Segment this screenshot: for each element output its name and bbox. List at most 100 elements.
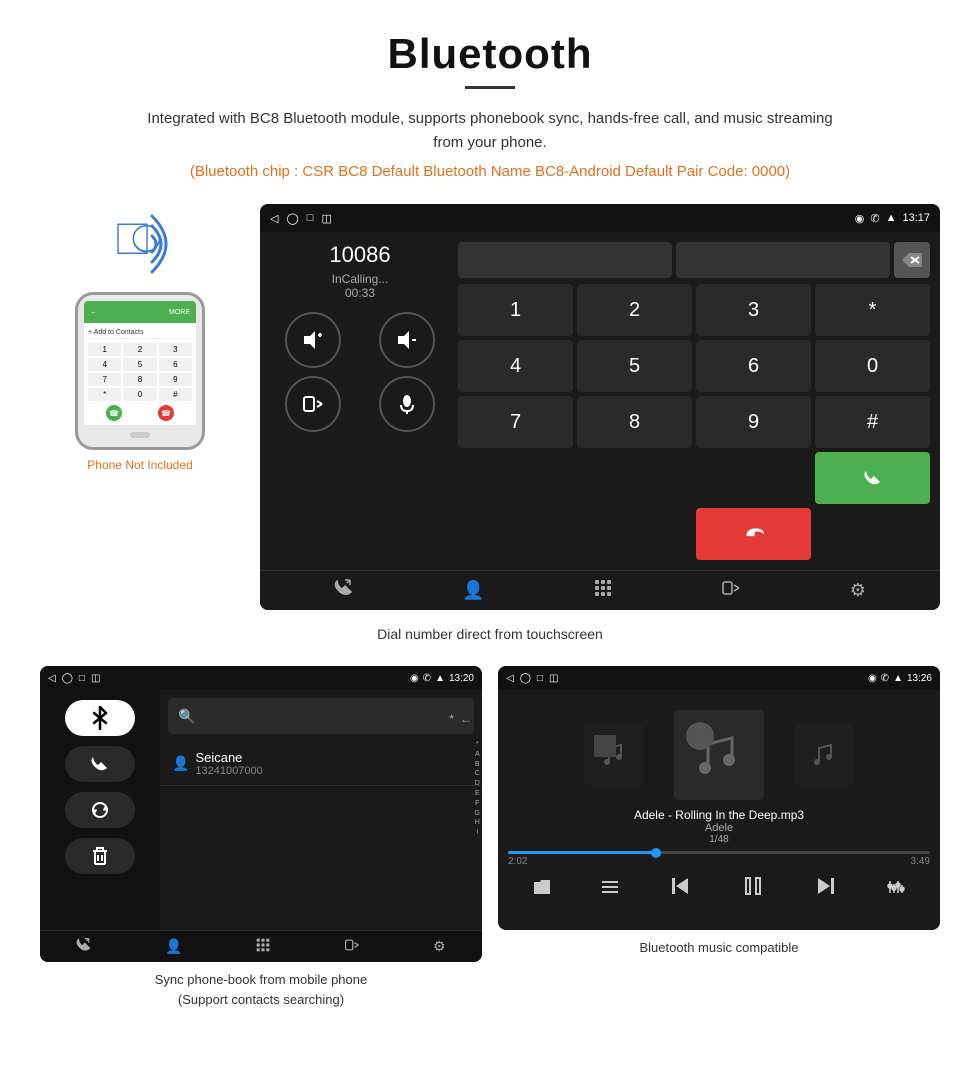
pb-status-bar: ◁ ◯ □ ◫ ◉ ✆ ▲ 13:20 xyxy=(40,666,482,690)
pb-square-icon: □ xyxy=(79,673,85,684)
music-status-right: ◉ ✆ ▲ 13:26 xyxy=(868,673,932,684)
num-key-3[interactable]: 3 xyxy=(696,284,811,336)
music-controls xyxy=(508,873,930,905)
pb-alpha-h: H xyxy=(475,818,480,828)
dial-bottom-contacts-icon[interactable]: 👤 xyxy=(462,580,484,601)
num-key-0[interactable]: 0 xyxy=(815,340,930,392)
pb-alpha-i: I xyxy=(476,828,478,838)
dial-backspace-btn[interactable] xyxy=(894,242,930,278)
pb-call-btn[interactable] xyxy=(65,746,135,782)
num-key-4[interactable]: 4 xyxy=(458,340,573,392)
pb-search-bar[interactable]: 🔍 xyxy=(168,698,474,734)
pb-nav-transfer[interactable] xyxy=(344,937,360,956)
music-time: 13:26 xyxy=(907,673,932,684)
pb-menu-icon: ◫ xyxy=(91,673,100,684)
phone-key-1: 1 xyxy=(88,343,121,356)
num-key-6[interactable]: 6 xyxy=(696,340,811,392)
music-prev-album xyxy=(584,725,644,785)
phonebook-item: ◁ ◯ □ ◫ ◉ ✆ ▲ 13:20 xyxy=(40,666,482,1009)
phone-key-hash: # xyxy=(159,388,192,401)
music-progress-area: 2:02 3:49 xyxy=(508,851,930,867)
pb-status-left: ◁ ◯ □ ◫ xyxy=(48,673,100,684)
music-phone-icon: ✆ xyxy=(881,673,889,684)
phone-bottom-buttons: ☎ ☎ xyxy=(88,405,192,421)
dial-status-bar: ◁ ◯ □ ◫ ◉ ✆ ▲ 13:17 xyxy=(260,204,940,232)
pb-nav-settings[interactable]: ⚙ xyxy=(433,938,446,955)
page-title: Bluetooth xyxy=(40,30,940,78)
pb-delete-btn[interactable] xyxy=(65,838,135,874)
music-list-btn[interactable] xyxy=(600,877,620,902)
music-status-left: ◁ ◯ □ ◫ xyxy=(506,673,558,684)
phone-hangup-btn: ☎ xyxy=(158,405,174,421)
pb-phone-icon: ✆ xyxy=(423,673,431,684)
pb-nav-contacts[interactable]: 👤 xyxy=(165,938,182,955)
music-item: ◁ ◯ □ ◫ ◉ ✆ ▲ 13:26 xyxy=(498,666,940,1009)
dial-bottom-transfer-icon[interactable] xyxy=(721,578,741,603)
pb-sync-btn[interactable] xyxy=(65,792,135,828)
music-play-btn[interactable] xyxy=(740,873,766,905)
pb-nav-calls[interactable] xyxy=(76,937,92,956)
pb-contact-row[interactable]: 👤 Seicane 13241007000 xyxy=(160,742,482,786)
dial-status-left: ◁ ◯ □ ◫ xyxy=(270,212,332,225)
music-prev-btn[interactable] xyxy=(668,874,692,904)
dial-nav-back: ◁ xyxy=(270,212,278,225)
num-key-8[interactable]: 8 xyxy=(577,396,692,448)
answer-call-btn[interactable] xyxy=(815,452,930,504)
bottom-section: ◁ ◯ □ ◫ ◉ ✆ ▲ 13:20 xyxy=(40,666,940,1009)
phone-top-bar: ← MORE xyxy=(84,301,196,323)
music-next-btn[interactable] xyxy=(814,874,838,904)
pb-search-area: 🔍 * ← xyxy=(160,698,482,734)
phone-mockup: ← MORE + Add to Contacts 1 2 3 4 5 6 7 8… xyxy=(75,292,205,450)
num-key-5[interactable]: 5 xyxy=(577,340,692,392)
call-timer: 00:33 xyxy=(270,286,450,300)
music-home-icon: ◯ xyxy=(520,673,531,684)
phone-not-included-label: Phone Not Included xyxy=(87,458,192,472)
music-note-right xyxy=(809,740,839,770)
music-progress-times: 2:02 3:49 xyxy=(508,856,930,867)
phone-bar-label: ← xyxy=(90,309,97,316)
num-key-star[interactable]: * xyxy=(815,284,930,336)
subtitle-text: Integrated with BC8 Bluetooth module, su… xyxy=(140,107,840,155)
transfer-call-btn[interactable] xyxy=(285,376,341,432)
pb-home-icon: ◯ xyxy=(62,673,73,684)
music-eq-btn[interactable] xyxy=(886,877,906,902)
music-menu-icon: ◫ xyxy=(549,673,558,684)
dial-nav-square: □ xyxy=(307,212,314,224)
music-progress-dot[interactable] xyxy=(651,848,661,858)
num-key-1[interactable]: 1 xyxy=(458,284,573,336)
phone-key-9: 9 xyxy=(159,373,192,386)
title-underline xyxy=(465,86,515,89)
end-call-btn[interactable] xyxy=(696,508,811,560)
phone-key-0: 0 xyxy=(123,388,156,401)
num-key-7[interactable]: 7 xyxy=(458,396,573,448)
pb-contact-name: Seicane xyxy=(195,750,262,765)
pb-bluetooth-btn[interactable] xyxy=(65,700,135,736)
phone-home-btn xyxy=(130,432,150,438)
num-key-hash[interactable]: # xyxy=(815,396,930,448)
svg-text:⎄: ⎄ xyxy=(115,215,162,264)
dial-status-right: ◉ ✆ ▲ 13:17 xyxy=(855,212,930,225)
music-folder-btn[interactable] xyxy=(532,877,552,902)
num-key-2[interactable]: 2 xyxy=(577,284,692,336)
phone-key-2: 2 xyxy=(123,343,156,356)
volume-down-btn[interactable] xyxy=(379,312,435,368)
dial-input-box xyxy=(458,242,672,278)
pb-alpha-g: G xyxy=(475,809,480,819)
pb-alpha-a: A xyxy=(475,750,480,760)
volume-up-btn[interactable] xyxy=(285,312,341,368)
phone-keypad: 1 2 3 4 5 6 7 8 9 * 0 # xyxy=(88,343,192,401)
music-back-icon: ◁ xyxy=(506,673,514,684)
dial-bottom-calls-icon[interactable] xyxy=(334,578,354,603)
orange-note: (Bluetooth chip : CSR BC8 Default Blueto… xyxy=(40,163,940,180)
pb-nav-dialpad[interactable] xyxy=(255,937,271,956)
music-track-info: 1/48 xyxy=(634,834,804,845)
phone-key-5: 5 xyxy=(123,358,156,371)
num-key-9[interactable]: 9 xyxy=(696,396,811,448)
mute-btn[interactable] xyxy=(379,376,435,432)
dial-bottom-settings-icon[interactable]: ⚙ xyxy=(850,580,866,601)
phone-col: ⎄ ← MORE + Add to Contacts 1 2 3 4 5 xyxy=(40,204,240,472)
phonebook-caption: Sync phone-book from mobile phone (Suppo… xyxy=(40,970,482,1009)
music-screen: ◁ ◯ □ ◫ ◉ ✆ ▲ 13:26 xyxy=(498,666,940,930)
dial-bottom-dialpad-icon[interactable] xyxy=(593,578,613,603)
dial-right: 1 2 3 * 4 5 6 0 7 8 9 # xyxy=(458,242,930,560)
